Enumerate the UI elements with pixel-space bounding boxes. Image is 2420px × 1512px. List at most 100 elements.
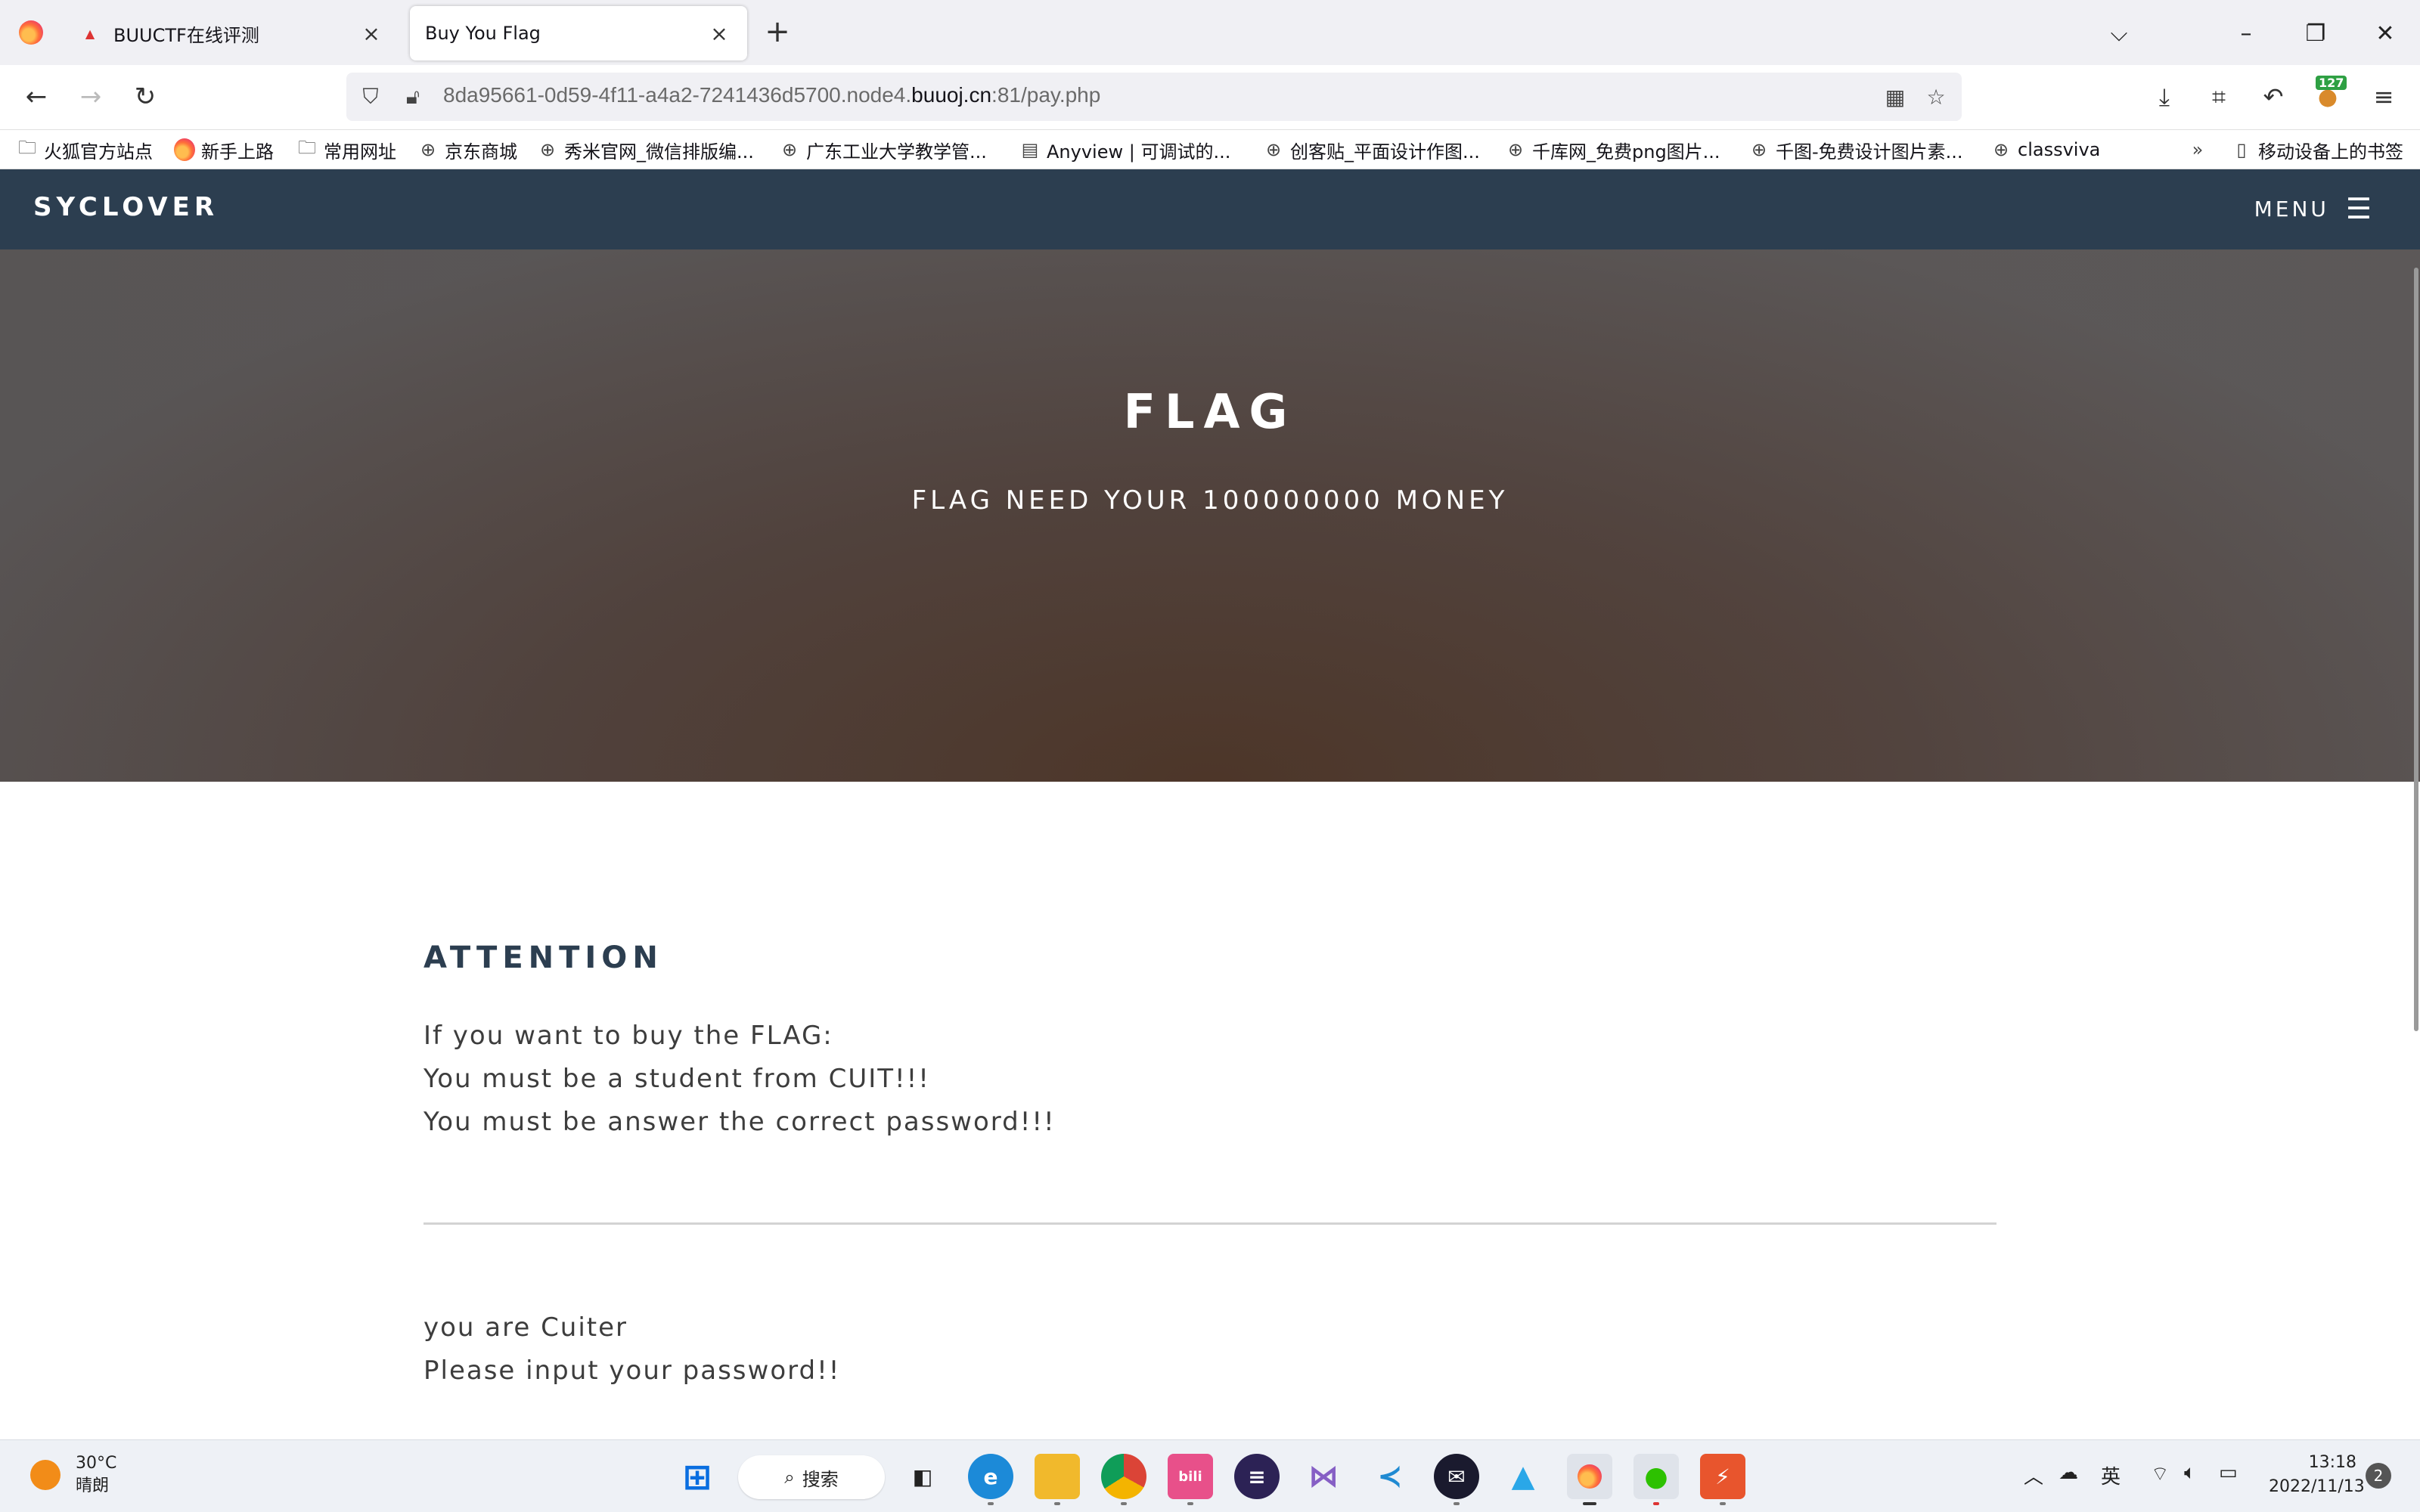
menu-button[interactable]: MENU ☰	[2254, 194, 2375, 224]
clock-time: 13:18	[2308, 1453, 2356, 1472]
folder-icon: 🗀︎	[298, 136, 316, 158]
bookmark-label: 千图-免费设计图片素...	[1776, 141, 1963, 163]
attention-line: You must be answer the correct password!…	[424, 1107, 1056, 1137]
new-tab-button[interactable]: +	[761, 17, 794, 50]
bookmark-item[interactable]: 🗀︎ 火狐官方站点	[17, 136, 153, 163]
taskbar-search[interactable]: ⌕ 搜索	[738, 1455, 885, 1499]
downloads-icon[interactable]: ⤓	[2142, 74, 2187, 119]
bookmark-item[interactable]: ⊕ 千图-免费设计图片素...	[1748, 136, 1963, 163]
bookmark-item[interactable]: ⊕ 京东商城	[417, 136, 517, 163]
mail-app-icon[interactable]: ✉	[1434, 1454, 1479, 1505]
search-icon: ⌕	[784, 1467, 795, 1488]
edge-icon[interactable]: e	[968, 1454, 1013, 1505]
bookmark-item[interactable]: ⊕ classviva	[1990, 136, 2100, 163]
hamburger-icon: ☰	[2345, 192, 2375, 225]
close-icon[interactable]: ×	[358, 20, 384, 46]
scrollbar-thumb[interactable]	[2414, 268, 2418, 1031]
weather-temp: 30°C	[76, 1454, 117, 1473]
triangle-app-icon[interactable]: ▲	[1500, 1454, 1546, 1499]
globe-icon: ⊕	[1507, 139, 1524, 160]
site-navbar: SYCLOVER MENU ☰	[0, 169, 2420, 249]
bookmark-star-icon[interactable]: ☆	[1922, 83, 1950, 110]
undo-arrow-icon[interactable]: ↶	[2251, 74, 2296, 119]
close-icon[interactable]: ×	[706, 20, 732, 46]
tab-buy-you-flag[interactable]: Buy You Flag ×	[410, 6, 747, 60]
windows-start-icon[interactable]: ⊞	[675, 1454, 720, 1499]
ime-indicator[interactable]: 英	[2101, 1461, 2121, 1489]
bookmark-item[interactable]: ⊕ 创客贴_平面设计作图...	[1263, 136, 1480, 163]
site-brand[interactable]: SYCLOVER	[33, 192, 219, 222]
folder-icon: 🗀︎	[18, 136, 36, 158]
bookmark-label: 新手上路	[201, 141, 274, 163]
qrcode-icon[interactable]: ▦	[1882, 83, 1909, 110]
shield-icon[interactable]: ⛉	[357, 83, 384, 110]
firefox-taskbar-icon[interactable]	[1567, 1454, 1612, 1505]
system-clock[interactable]: 13:18 2022/11/13	[2269, 1451, 2365, 1499]
navigation-toolbar: ← → ↻ ⛉ 🔓︎ 8da95661-0d59-4f11-a4a2-72414…	[0, 65, 2420, 130]
bookmark-item[interactable]: 新手上路	[174, 136, 274, 163]
task-view-icon[interactable]: ◧	[900, 1454, 945, 1499]
minimize-button[interactable]: –	[2223, 11, 2269, 56]
eclipse-icon[interactable]: ≡	[1234, 1454, 1280, 1499]
hero-title: FLAG	[1123, 384, 1297, 439]
app-menu-icon[interactable]: ≡	[2361, 74, 2406, 119]
message-text: you are Cuiter Please input your passwor…	[424, 1306, 1996, 1393]
url-prefix: 8da95661-0d59-4f11-a4a2-7241436d5700.nod…	[443, 83, 912, 107]
attention-line: You must be a student from CUIT!!!	[424, 1064, 930, 1094]
url-bar[interactable]: ⛉ 🔓︎ 8da95661-0d59-4f11-a4a2-7241436d570…	[346, 73, 1962, 121]
bookmark-label: 京东商城	[445, 141, 517, 163]
battery-icon[interactable]: ▭	[2219, 1461, 2238, 1484]
clock-date: 2022/11/13	[2269, 1477, 2365, 1496]
file-explorer-icon[interactable]	[1035, 1454, 1080, 1505]
globe-icon: ⊕	[1751, 139, 1767, 160]
bookmark-item[interactable]: ⊕ 广东工业大学教学管...	[779, 136, 987, 163]
bookmark-item[interactable]: ⊕ 秀米官网_微信排版编...	[537, 136, 754, 163]
restore-button[interactable]: ❐	[2293, 11, 2338, 56]
url-text[interactable]: 8da95661-0d59-4f11-a4a2-7241436d5700.nod…	[443, 83, 1100, 107]
screenshot-crop-icon[interactable]: ⌗	[2196, 74, 2242, 119]
page-scrollbar[interactable]	[2411, 268, 2420, 1175]
mobile-bookmarks[interactable]: ▯ 移动设备上的书签	[2231, 136, 2403, 163]
mobile-device-icon: ▯	[2236, 139, 2247, 160]
bookmark-item[interactable]: ▤ Anyview | 可调试的...	[1019, 136, 1231, 163]
extension-button[interactable]: ● 127	[2305, 74, 2350, 119]
sun-icon	[30, 1460, 60, 1490]
chrome-icon[interactable]	[1101, 1454, 1146, 1505]
bookmark-label: Anyview | 可调试的...	[1047, 141, 1231, 163]
wechat-icon[interactable]: ●	[1634, 1454, 1679, 1505]
reload-button[interactable]: ↻	[123, 74, 168, 119]
bookmarks-overflow-button[interactable]: »	[2187, 136, 2214, 163]
wifi-icon[interactable]: ⌔	[2151, 1461, 2169, 1486]
list-all-tabs-chevron-icon[interactable]: ⌵	[2096, 11, 2142, 56]
firefox-view-button[interactable]	[0, 0, 62, 65]
bookmark-label: 千库网_免费png图片...	[1532, 141, 1720, 163]
url-host: buuoj.cn	[911, 83, 992, 107]
globe-icon: ⊕	[1265, 139, 1282, 160]
chevron-up-icon[interactable]: ︿	[2024, 1461, 2043, 1489]
url-suffix: :81/pay.php	[991, 83, 1101, 107]
message-line: you are Cuiter	[424, 1312, 628, 1343]
notification-badge[interactable]: 2	[2366, 1463, 2391, 1489]
vscode-icon[interactable]: ≺	[1367, 1454, 1413, 1499]
firefox-icon	[19, 20, 43, 45]
buuctf-favicon-icon: ▲	[85, 26, 95, 41]
burp-suite-icon[interactable]: ⚡	[1700, 1454, 1745, 1505]
window-close-button[interactable]: ✕	[2363, 11, 2408, 56]
bookmark-item[interactable]: ⊕ 千库网_免费png图片...	[1505, 136, 1720, 163]
bookmark-item[interactable]: 🗀︎ 常用网址	[296, 136, 396, 163]
volume-icon[interactable]: 🔈︎	[2184, 1461, 2196, 1485]
globe-icon: ⊕	[539, 139, 556, 160]
hero-subtitle: FLAG NEED YOUR 100000000 MONEY	[911, 485, 1509, 516]
back-button[interactable]: ←	[14, 74, 59, 119]
insecure-lock-icon[interactable]: 🔓︎	[399, 83, 427, 110]
menu-label: MENU	[2254, 196, 2329, 222]
tab-title: BUUCTF在线评测	[113, 24, 259, 46]
tab-buuctf[interactable]: ▲ BUUCTF在线评测 ×	[65, 6, 399, 60]
onedrive-cloud-icon[interactable]: ☁	[2059, 1461, 2078, 1484]
weather-widget[interactable]: 30°C 晴朗	[30, 1452, 116, 1498]
visual-studio-icon[interactable]: ⋈	[1301, 1454, 1346, 1499]
forward-button[interactable]: →	[68, 74, 113, 119]
extension-badge: 127	[2316, 76, 2347, 90]
firefox-icon	[174, 138, 195, 161]
bilibili-icon[interactable]: bili	[1168, 1454, 1213, 1505]
